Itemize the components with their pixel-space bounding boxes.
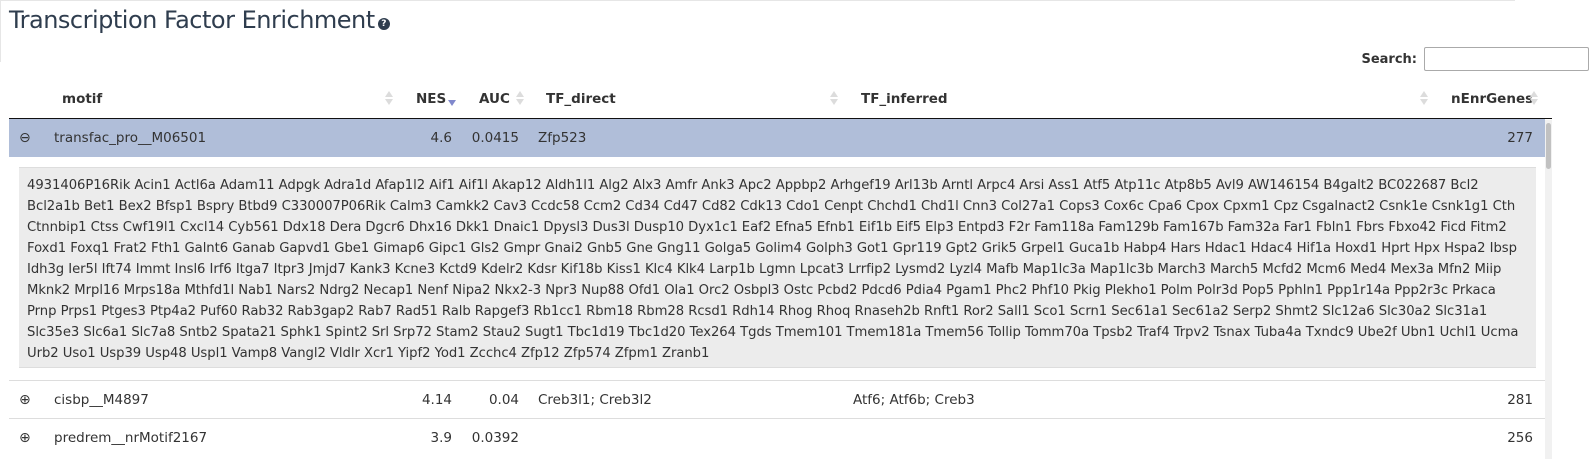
sort-descending-icon bbox=[448, 91, 456, 109]
column-header-label: nEnrGenes bbox=[1451, 91, 1534, 107]
tf-direct-cell: Zfp523 bbox=[538, 130, 587, 146]
nenrgenes-cell: 277 bbox=[1507, 130, 1533, 146]
scrollbar-thumb[interactable] bbox=[1546, 123, 1551, 169]
page-title: Transcription Factor Enrichment ? bbox=[9, 6, 390, 34]
search-label: Search: bbox=[1361, 51, 1417, 67]
search-input[interactable] bbox=[1424, 47, 1589, 71]
column-header-tf-direct[interactable]: TF_direct bbox=[546, 80, 616, 118]
row-detail: 4931406P16Rik Acin1 Actl6a Adam11 Adpgk … bbox=[9, 158, 1545, 380]
column-header-label: motif bbox=[62, 91, 103, 107]
table-scrollbar[interactable] bbox=[1545, 120, 1552, 459]
auc-cell: 0.0392 bbox=[471, 430, 519, 446]
collapse-row-icon[interactable]: ⊖ bbox=[19, 130, 31, 146]
tf-inferred-cell: Atf6; Atf6b; Creb3 bbox=[853, 391, 975, 408]
column-header-label: TF_direct bbox=[546, 91, 616, 107]
motif-cell: predrem__nrMotif2167 bbox=[54, 430, 208, 446]
header-top-border bbox=[0, 0, 1515, 1]
column-header-nes[interactable]: NES bbox=[416, 80, 446, 118]
nes-cell: 4.6 bbox=[430, 130, 452, 146]
enrichment-table: motif NES AUC TF_direct TF_inferred nEnr… bbox=[9, 80, 1552, 459]
column-header-tf-inferred[interactable]: TF_inferred bbox=[861, 80, 948, 118]
column-header-label: NES bbox=[416, 91, 447, 107]
table-row[interactable]: ⊕ predrem__nrMotif2167 3.9 0.0392 256 bbox=[9, 418, 1545, 457]
help-icon[interactable]: ? bbox=[377, 17, 390, 30]
sort-both-icon bbox=[1420, 90, 1428, 108]
column-header-auc[interactable]: AUC bbox=[479, 80, 510, 118]
enriched-genes-list: 4931406P16Rik Acin1 Actl6a Adam11 Adpgk … bbox=[19, 167, 1536, 368]
table-header: motif NES AUC TF_direct TF_inferred nEnr… bbox=[9, 80, 1552, 119]
auc-cell: 0.04 bbox=[488, 391, 519, 408]
auc-cell: 0.0415 bbox=[471, 130, 519, 146]
sort-both-icon bbox=[516, 90, 524, 108]
column-header-label: TF_inferred bbox=[861, 91, 948, 107]
sort-both-icon bbox=[830, 90, 838, 108]
expand-row-icon[interactable]: ⊕ bbox=[19, 392, 31, 408]
motif-cell: transfac_pro__M06501 bbox=[54, 130, 207, 146]
table-row[interactable]: ⊕ cisbp__M4897 4.14 0.04 Creb3l1; Creb3l… bbox=[9, 380, 1545, 418]
nenrgenes-cell: 256 bbox=[1507, 430, 1533, 446]
page-title-text: Transcription Factor Enrichment bbox=[9, 6, 375, 34]
header-left-border bbox=[0, 0, 1, 62]
nenrgenes-cell: 281 bbox=[1507, 391, 1533, 408]
nes-cell: 3.9 bbox=[430, 430, 452, 446]
sort-both-icon bbox=[1530, 90, 1538, 108]
motif-cell: cisbp__M4897 bbox=[54, 391, 149, 408]
nes-cell: 4.14 bbox=[421, 391, 452, 408]
column-header-motif[interactable]: motif bbox=[62, 80, 102, 118]
table-row[interactable]: ⊖ transfac_pro__M06501 4.6 0.0415 Zfp523… bbox=[9, 119, 1545, 157]
search-bar: Search: bbox=[1361, 47, 1589, 71]
column-header-label: AUC bbox=[479, 91, 510, 107]
tf-direct-cell: Creb3l1; Creb3l2 bbox=[538, 391, 652, 408]
expand-row-icon[interactable]: ⊕ bbox=[19, 430, 31, 446]
sort-both-icon bbox=[385, 90, 393, 108]
column-header-nenrgenes[interactable]: nEnrGenes bbox=[1451, 80, 1533, 118]
